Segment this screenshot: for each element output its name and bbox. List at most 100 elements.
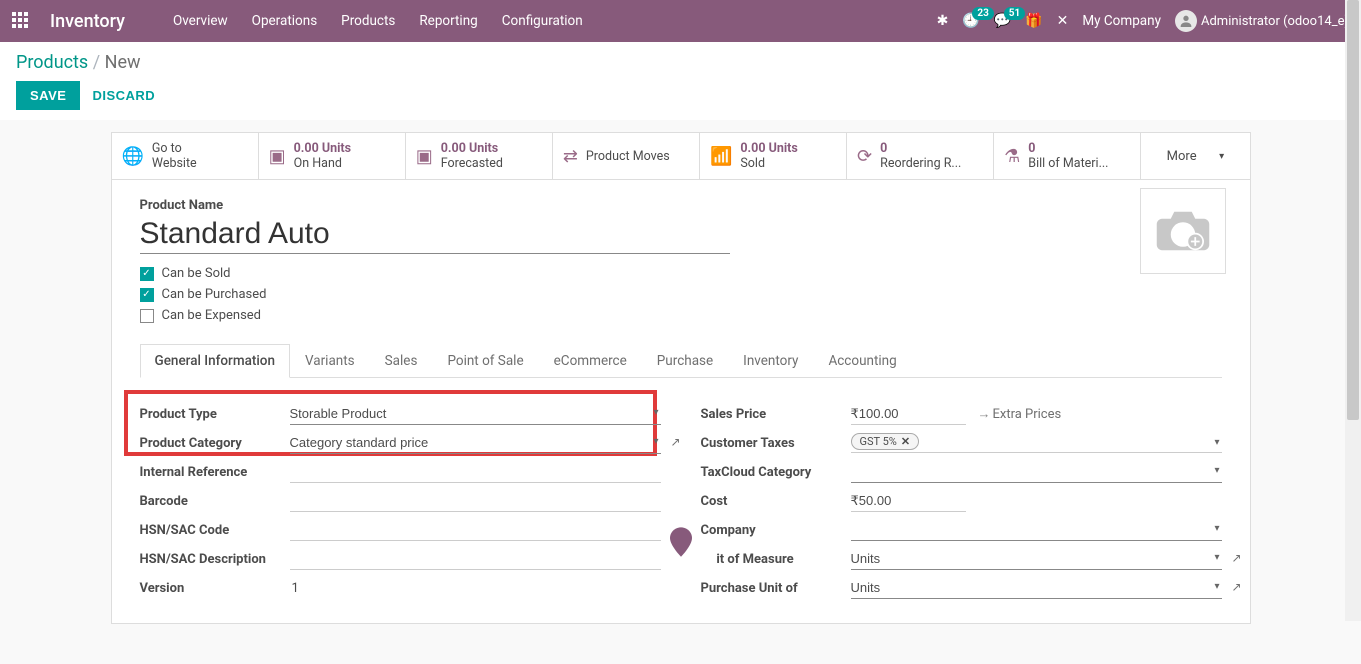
- cost-input[interactable]: [851, 490, 966, 512]
- activity-icon[interactable]: 🕘23: [962, 13, 979, 29]
- can-be-expensed-label: Can be Expensed: [162, 308, 262, 323]
- discard-button[interactable]: DISCARD: [92, 88, 155, 103]
- camera-placeholder-icon: [1155, 206, 1211, 256]
- menu-reporting[interactable]: Reporting: [419, 13, 477, 29]
- menu-overview[interactable]: Overview: [173, 13, 228, 29]
- discuss-badge: 51: [1004, 7, 1025, 20]
- cubes-icon: ▣: [269, 146, 286, 167]
- vertical-scrollbar[interactable]: [1345, 0, 1361, 621]
- breadcrumb: Products / New: [16, 52, 1345, 73]
- company-select[interactable]: [851, 519, 1222, 541]
- signal-icon: 📶: [710, 146, 732, 167]
- globe-icon: 🌐: [122, 146, 144, 167]
- right-column: Sales Price →Extra Prices Customer Taxes…: [701, 400, 1222, 603]
- stat-sold[interactable]: 📶 0.00 UnitsSold: [700, 133, 847, 179]
- tab-sales[interactable]: Sales: [370, 344, 433, 378]
- can-be-purchased-label: Can be Purchased: [162, 287, 267, 302]
- product-image-upload[interactable]: [1140, 188, 1226, 274]
- user-name: Administrator (odoo14_e): [1201, 14, 1349, 29]
- arrow-right-icon: →: [978, 407, 991, 422]
- menu-products[interactable]: Products: [341, 13, 395, 29]
- version-value: 1: [290, 581, 661, 596]
- top-navbar: Inventory Overview Operations Products R…: [0, 0, 1361, 42]
- stat-more[interactable]: More ▾: [1141, 133, 1249, 179]
- can-be-purchased-checkbox[interactable]: ✓: [140, 288, 154, 302]
- company-label: Company: [701, 523, 851, 538]
- company-switcher[interactable]: My Company: [1082, 13, 1161, 29]
- stat-bom[interactable]: ⚗ 0Bill of Materi...: [994, 133, 1141, 179]
- menu-configuration[interactable]: Configuration: [502, 13, 583, 29]
- tools-icon[interactable]: ✕: [1057, 13, 1069, 29]
- apps-icon[interactable]: [12, 12, 30, 30]
- product-category-label: Product Category: [140, 436, 290, 451]
- product-type-label: Product Type: [140, 407, 290, 422]
- hsn-code-label: HSN/SAC Code: [140, 523, 290, 538]
- uom-label: Unit of Measure: [701, 552, 851, 567]
- sales-price-input[interactable]: [851, 403, 966, 425]
- stat-onhand[interactable]: ▣ 0.00 UnitsOn Hand: [259, 133, 406, 179]
- external-link-icon[interactable]: ↗: [670, 435, 680, 449]
- can-be-expensed-checkbox[interactable]: [140, 309, 154, 323]
- main-menu: Overview Operations Products Reporting C…: [173, 13, 937, 29]
- notebook-tabs: General Information Variants Sales Point…: [140, 343, 1222, 378]
- avatar-icon: [1175, 10, 1197, 32]
- sales-price-label: Sales Price: [701, 407, 851, 422]
- scrollbar-thumb[interactable]: [1347, 0, 1359, 420]
- tab-variants[interactable]: Variants: [290, 344, 370, 378]
- form-sheet: 🌐 Go toWebsite ▣ 0.00 UnitsOn Hand ▣ 0.0…: [111, 132, 1251, 624]
- tab-accounting[interactable]: Accounting: [813, 344, 911, 378]
- taxcloud-label: TaxCloud Category: [701, 465, 851, 480]
- uom-select[interactable]: [851, 548, 1222, 570]
- cubes-icon: ▣: [416, 146, 433, 167]
- product-category-select[interactable]: [290, 432, 661, 454]
- internal-reference-input[interactable]: [290, 461, 661, 483]
- stat-moves[interactable]: ⇄ Product Moves: [553, 133, 700, 179]
- gift-icon[interactable]: 🎁: [1025, 13, 1042, 29]
- stat-forecast[interactable]: ▣ 0.00 UnitsForecasted: [406, 133, 553, 179]
- stat-reorder[interactable]: ⟳ 0Reordering R...: [847, 133, 994, 179]
- tab-ecommerce[interactable]: eCommerce: [539, 344, 642, 378]
- extra-prices-link[interactable]: →Extra Prices: [978, 406, 1062, 422]
- internal-reference-label: Internal Reference: [140, 465, 290, 480]
- app-brand[interactable]: Inventory: [50, 11, 125, 32]
- stat-website[interactable]: 🌐 Go toWebsite: [112, 133, 259, 179]
- tab-point-of-sale[interactable]: Point of Sale: [432, 344, 538, 378]
- location-pin-icon: [670, 527, 692, 557]
- tab-inventory[interactable]: Inventory: [728, 344, 813, 378]
- chevron-down-icon: ▾: [1214, 437, 1219, 448]
- refresh-icon: ⟳: [857, 146, 872, 167]
- version-label: Version: [140, 581, 290, 596]
- activity-badge: 23: [972, 7, 993, 20]
- cost-label: Cost: [701, 494, 851, 509]
- purchase-uom-label: Purchase Unit of: [701, 581, 851, 596]
- product-name-input[interactable]: [140, 215, 730, 254]
- product-type-select[interactable]: [290, 403, 661, 425]
- hsn-code-input[interactable]: [290, 519, 661, 541]
- left-column: Product Type ▾ Product Category ▾ ↗: [140, 400, 661, 603]
- debug-icon[interactable]: ✱: [937, 13, 949, 29]
- can-be-sold-label: Can be Sold: [162, 266, 231, 281]
- hsn-desc-input[interactable]: [290, 548, 661, 570]
- save-button[interactable]: SAVE: [16, 81, 80, 110]
- breadcrumb-current: New: [105, 52, 141, 73]
- taxcloud-select[interactable]: [851, 461, 1222, 483]
- barcode-input[interactable]: [290, 490, 661, 512]
- hsn-desc-label: HSN/SAC Description: [140, 552, 290, 567]
- tab-purchase[interactable]: Purchase: [642, 344, 728, 378]
- tab-general-information[interactable]: General Information: [140, 344, 290, 378]
- tax-tag[interactable]: GST 5%✕: [851, 433, 920, 450]
- product-name-label: Product Name: [140, 198, 1222, 213]
- menu-operations[interactable]: Operations: [252, 13, 318, 29]
- discuss-icon[interactable]: 💬51: [994, 13, 1011, 29]
- breadcrumb-products[interactable]: Products: [16, 52, 88, 73]
- purchase-uom-select[interactable]: [851, 577, 1222, 599]
- control-panel: Products / New SAVE DISCARD: [0, 42, 1361, 120]
- customer-taxes-label: Customer Taxes: [701, 436, 851, 451]
- chevron-down-icon: ▾: [1219, 151, 1224, 162]
- exchange-icon: ⇄: [563, 146, 578, 167]
- can-be-sold-checkbox[interactable]: ✓: [140, 267, 154, 281]
- remove-tag-icon[interactable]: ✕: [901, 435, 910, 448]
- external-link-icon[interactable]: ↗: [1231, 580, 1241, 594]
- user-menu[interactable]: Administrator (odoo14_e): [1175, 10, 1349, 32]
- external-link-icon[interactable]: ↗: [1231, 551, 1241, 565]
